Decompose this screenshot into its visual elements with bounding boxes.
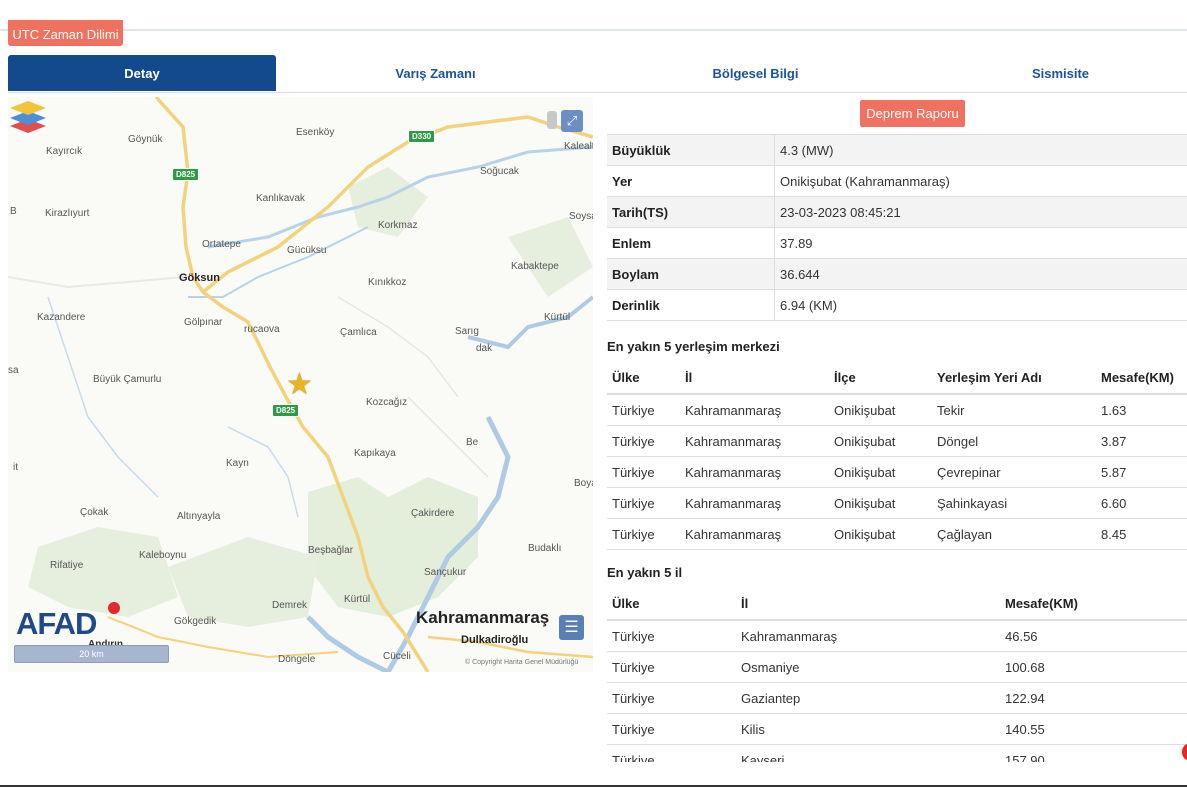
- info-row: Derinlik 6.94 (KM): [607, 289, 1187, 321]
- table-cell: Onikişubat: [829, 425, 932, 457]
- column-header: İl: [736, 588, 1000, 621]
- info-value: 4.3 (MW): [774, 134, 1187, 166]
- table-row: Türkiye Kahramanmaraş Onikişubat Tekir 1.63: [607, 394, 1187, 426]
- table-cell: Gaziantep: [736, 682, 1000, 714]
- settlements-table: Ülke İl İlçe Yerleşim Yeri Adı Mesafe(KM…: [607, 362, 1187, 550]
- bottom-divider: [0, 785, 1187, 787]
- table-cell: Türkiye: [607, 456, 680, 488]
- info-key: Tarih(TS): [607, 196, 775, 228]
- table-cell: 46.56: [1000, 620, 1187, 652]
- info-row: Büyüklük 4.3 (MW): [607, 134, 1187, 166]
- column-header: Ülke: [607, 588, 736, 621]
- table-cell: 5.87: [1096, 456, 1187, 488]
- column-header: Mesafe(KM): [1096, 362, 1187, 395]
- table-row: Türkiye Osmaniye 100.68: [607, 651, 1187, 683]
- table-cell: Kilis: [736, 713, 1000, 745]
- info-key: Büyüklük: [607, 134, 775, 166]
- column-header: İl: [680, 362, 829, 395]
- table-cell: Kahramanmaraş: [680, 456, 829, 488]
- table-cell: 157.90: [1000, 744, 1187, 762]
- table-row: Türkiye Kahramanmaraş Onikişubat Döngel 3.87: [607, 425, 1187, 457]
- info-key: Boylam: [607, 258, 775, 290]
- table-cell: Türkiye: [607, 713, 736, 745]
- info-value: 36.644: [774, 258, 1187, 290]
- table-header-row: Ülke İl Mesafe(KM): [607, 588, 1187, 621]
- info-row: Yer Onikişubat (Kahramanmaraş): [607, 165, 1187, 197]
- table-cell: Türkiye: [607, 682, 736, 714]
- table-cell: Döngel: [932, 425, 1096, 457]
- table-cell: 1.63: [1096, 394, 1187, 426]
- table-cell: 3.87: [1096, 425, 1187, 457]
- table-cell: Onikişubat: [829, 456, 932, 488]
- table-cell: Türkiye: [607, 487, 680, 519]
- details-clip-area: Büyüklük 4.3 (MW) Yer Onikişubat (Kahraman…: [0, 0, 1187, 762]
- table-cell: Türkiye: [607, 394, 680, 426]
- table-cell: Türkiye: [607, 620, 736, 652]
- table-row: Türkiye Kilis 140.55: [607, 713, 1187, 745]
- table-cell: Türkiye: [607, 425, 680, 457]
- table-cell: Kahramanmaraş: [680, 425, 829, 457]
- table-row: Türkiye Kayseri 157.90: [607, 744, 1187, 762]
- table-cell: 140.55: [1000, 713, 1187, 745]
- table-cell: Kahramanmaraş: [680, 518, 829, 550]
- earthquake-info-table: Büyüklük 4.3 (MW) Yer Onikişubat (Kahraman…: [607, 134, 1187, 321]
- info-key: Derinlik: [607, 289, 775, 321]
- info-row: Enlem 37.89: [607, 227, 1187, 259]
- info-row: Boylam 36.644: [607, 258, 1187, 290]
- table-cell: Onikişubat: [829, 518, 932, 550]
- info-key: Yer: [607, 165, 775, 197]
- table-row: Türkiye Gaziantep 122.94: [607, 682, 1187, 714]
- table-cell: Osmaniye: [736, 651, 1000, 683]
- table-cell: Şahinkayasi: [932, 487, 1096, 519]
- table-cell: Türkiye: [607, 651, 736, 683]
- table-cell: Kahramanmaraş: [680, 394, 829, 426]
- settlements-section-title: En yakın 5 yerleşim merkezi: [607, 339, 780, 354]
- info-key: Enlem: [607, 227, 775, 259]
- provinces-section-title: En yakın 5 il: [607, 565, 683, 580]
- info-value: 6.94 (KM): [774, 289, 1187, 321]
- scroll-top-icon[interactable]: [1182, 744, 1187, 760]
- info-value: 23-03-2023 08:45:21: [774, 196, 1187, 228]
- table-cell: 8.45: [1096, 518, 1187, 550]
- table-cell: Çağlayan: [932, 518, 1096, 550]
- column-header: Yerleşim Yeri Adı: [932, 362, 1096, 395]
- info-row: Tarih(TS) 23-03-2023 08:45:21: [607, 196, 1187, 228]
- table-cell: Onikişubat: [829, 394, 932, 426]
- table-row: Türkiye Kahramanmaraş Onikişubat Şahinkayas…: [607, 487, 1187, 519]
- table-cell: Kayseri: [736, 744, 1000, 762]
- table-cell: Türkiye: [607, 744, 736, 762]
- column-header: Ülke: [607, 362, 680, 395]
- table-cell: 100.68: [1000, 651, 1187, 683]
- table-cell: Tekir: [932, 394, 1096, 426]
- table-header-row: Ülke İl İlçe Yerleşim Yeri Adı Mesafe(KM…: [607, 362, 1187, 395]
- table-row: Türkiye Kahramanmaraş Onikişubat Çevrepinar…: [607, 456, 1187, 488]
- table-cell: Kahramanmaraş: [680, 487, 829, 519]
- table-cell: Türkiye: [607, 518, 680, 550]
- table-cell: Kahramanmaraş: [736, 620, 1000, 652]
- table-cell: 6.60: [1096, 487, 1187, 519]
- provinces-table: Ülke İl Mesafe(KM) Türkiye Kahramanmaraş 4…: [607, 588, 1187, 762]
- table-cell: Çevrepinar: [932, 456, 1096, 488]
- column-header: Mesafe(KM): [1000, 588, 1187, 621]
- table-row: Türkiye Kahramanmaraş Onikişubat Çağlayan 8.…: [607, 518, 1187, 550]
- info-value: 37.89: [774, 227, 1187, 259]
- table-cell: 122.94: [1000, 682, 1187, 714]
- table-cell: Onikişubat: [829, 487, 932, 519]
- table-row: Türkiye Kahramanmaraş 46.56: [607, 620, 1187, 652]
- column-header: İlçe: [829, 362, 932, 395]
- info-value: Onikişubat (Kahramanmaraş): [774, 165, 1187, 197]
